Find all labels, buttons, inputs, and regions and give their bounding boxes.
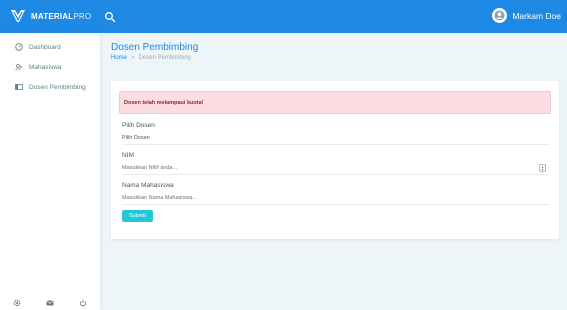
sidebar-item-label: Dashboard [29, 43, 61, 51]
number-stepper-icon[interactable]: ▴ ▾ [539, 164, 546, 172]
logo[interactable]: MATERIALPRO [10, 9, 91, 23]
dashboard-icon [15, 43, 23, 51]
avatar [492, 8, 508, 23]
breadcrumb: Home > Dosen Pembimbing [111, 55, 191, 61]
sidebar-item-mahasiswa[interactable]: Mahasiswa [15, 63, 62, 71]
sidebar-item-label: Mahasiswa [29, 63, 62, 71]
breadcrumb-home[interactable]: Home [111, 55, 127, 61]
nim-input[interactable]: Masukkan NIM anda... ▴ ▾ [122, 161, 549, 175]
user-name: Markam Doe [512, 10, 561, 21]
sidebar-item-dosen-pembimbing[interactable]: Dosen Pembimbing [15, 83, 86, 91]
nim-label: NIM [122, 152, 134, 159]
users-icon [15, 64, 22, 71]
user-avatar-icon [494, 10, 505, 21]
table-icon [15, 84, 23, 90]
submit-button[interactable]: Submit [122, 210, 153, 222]
power-icon[interactable] [79, 299, 87, 307]
page-title: Dosen Pembimbing [111, 42, 199, 53]
nama-mahasiswa-input[interactable]: Masukkan Nama Mahasiswa... [122, 191, 549, 205]
pilih-dosen-select[interactable]: Pilih Dosen [122, 131, 549, 145]
quota-alert: Dosen telah melampaui kuota! [119, 91, 551, 114]
search-icon[interactable] [104, 11, 116, 23]
top-navbar: MATERIALPRO Markam Doe [0, 0, 567, 33]
settings-icon[interactable] [13, 299, 21, 307]
user-menu[interactable]: Markam Doe [492, 8, 561, 23]
mail-icon[interactable] [46, 299, 54, 307]
form-card: Dosen telah melampaui kuota! Pilih Dosen… [111, 81, 559, 239]
sidebar-footer [0, 296, 100, 310]
sidebar-item-dashboard[interactable]: Dashboard [15, 43, 61, 51]
logo-icon [11, 10, 25, 22]
sidebar: Dashboard Mahasiswa Dosen Pembimbing [0, 33, 100, 310]
nim-placeholder: Masukkan NIM anda... [122, 165, 178, 171]
sidebar-item-label: Dosen Pembimbing [29, 83, 86, 91]
pilih-dosen-label: Pilih Dosen [122, 122, 155, 129]
breadcrumb-separator: > [131, 55, 135, 61]
breadcrumb-current: Dosen Pembimbing [138, 55, 191, 61]
logo-text: MATERIALPRO [31, 11, 92, 21]
nama-mahasiswa-label: Nama Mahasiswa [122, 182, 174, 189]
